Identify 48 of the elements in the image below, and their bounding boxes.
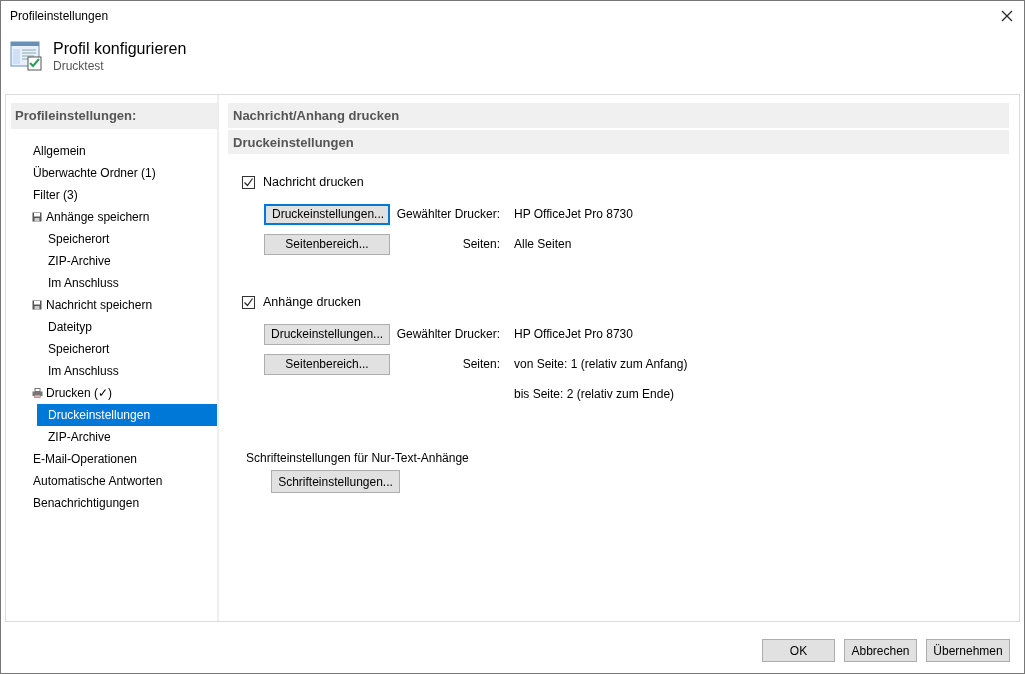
- settings-button[interactable]: Druckeinstellungen...: [264, 323, 390, 345]
- sidebar-item[interactable]: Druckeinstellungen: [37, 404, 217, 426]
- settings-button[interactable]: Druckeinstellungen...: [264, 203, 390, 225]
- checkbox-label[interactable]: Nachricht drucken: [263, 175, 364, 189]
- close-icon[interactable]: [1000, 9, 1014, 23]
- section-label: Schrifteinstellungen für Nur-Text-Anhänge: [246, 450, 470, 466]
- dialog-button[interactable]: Abbrechen: [844, 639, 917, 662]
- sidebar-item[interactable]: Im Anschluss: [11, 272, 217, 294]
- sidebar-item[interactable]: Anhänge speichern: [11, 206, 217, 228]
- sidebar-item[interactable]: Speicherort: [11, 228, 217, 250]
- field-value: Alle Seiten: [514, 237, 572, 251]
- font-settings-button[interactable]: Schrifteinstellungen...: [271, 470, 400, 493]
- sidebar-item[interactable]: Dateityp: [11, 316, 217, 338]
- field-value: HP OfficeJet Pro 8730: [514, 327, 633, 341]
- sidebar-item[interactable]: Automatische Antworten: [11, 470, 217, 492]
- sidebar-heading: Profileinstellungen:: [11, 103, 217, 129]
- field-label: Gewählter Drucker:: [395, 327, 500, 341]
- dialog-button[interactable]: Übernehmen: [926, 639, 1010, 662]
- profile-name: Drucktest: [53, 59, 105, 73]
- sidebar-item[interactable]: Allgemein: [11, 140, 217, 162]
- settings-window-icon: [10, 41, 42, 71]
- dialog-heading: Profil konfigurieren: [53, 39, 187, 59]
- field-label: Gewählter Drucker:: [395, 207, 500, 221]
- dialog-button[interactable]: OK: [762, 639, 835, 662]
- settings-button[interactable]: Seitenbereich...: [264, 353, 390, 375]
- checkbox[interactable]: [242, 175, 255, 189]
- sidebar-item[interactable]: ZIP-Archive: [11, 250, 217, 272]
- sidebar-item[interactable]: ZIP-Archive: [11, 426, 217, 448]
- field-value: bis Seite: 2 (relativ zum Ende): [514, 387, 675, 401]
- field-label: Seiten:: [461, 237, 500, 251]
- sidebar-item[interactable]: E-Mail-Operationen: [11, 448, 217, 470]
- subsection-heading: Druckeinstellungen: [228, 130, 1009, 154]
- sidebar-item[interactable]: Nachricht speichern: [11, 294, 217, 316]
- checkbox[interactable]: [242, 295, 255, 309]
- sidebar-item[interactable]: Speicherort: [11, 338, 217, 360]
- sidebar-item[interactable]: Überwachte Ordner (1): [11, 162, 217, 184]
- sidebar-item[interactable]: Benachrichtigungen: [11, 492, 217, 514]
- checkbox-label[interactable]: Anhänge drucken: [263, 295, 361, 309]
- sidebar-item[interactable]: Im Anschluss: [11, 360, 217, 382]
- field-value: von Seite: 1 (relativ zum Anfang): [514, 357, 688, 371]
- sidebar-item[interactable]: Filter (3): [11, 184, 217, 206]
- section-heading: Nachricht/Anhang drucken: [228, 103, 1009, 128]
- sidebar-item[interactable]: Drucken (✓): [11, 382, 217, 404]
- field-value: HP OfficeJet Pro 8730: [514, 207, 633, 221]
- window-title: Profileinstellungen: [10, 9, 109, 23]
- field-label: Seiten:: [461, 357, 500, 371]
- settings-button[interactable]: Seitenbereich...: [264, 233, 390, 255]
- printer-icon: [32, 388, 43, 398]
